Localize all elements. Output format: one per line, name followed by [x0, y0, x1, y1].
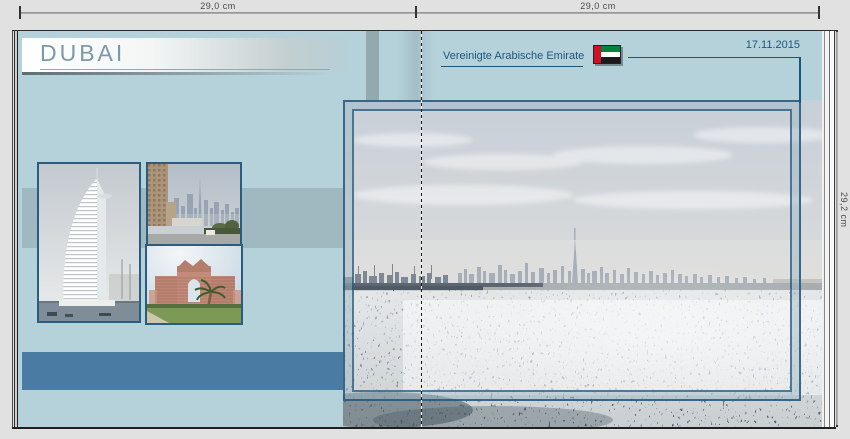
photo-burj-al-arab[interactable]: [37, 162, 141, 323]
uae-flag-icon[interactable]: [593, 45, 621, 64]
ruler-tick-right: [818, 6, 820, 19]
photo-dubai-skyline[interactable]: [146, 162, 242, 246]
ruler-label-right-page: 29,0 cm: [548, 1, 648, 11]
title-banner-shadow: [22, 72, 345, 75]
page-edge-left: [12, 31, 22, 427]
date-label[interactable]: 17.11.2015: [710, 39, 800, 51]
date-vertical-line: [799, 57, 801, 103]
photobook-editor-canvas: 29,0 cm 29,0 cm 29,2 cm DUBAI: [0, 0, 850, 439]
photo-dubai-sea-panorama[interactable]: [343, 100, 822, 427]
ruler-label-side: 29,2 cm: [839, 192, 849, 228]
photo-frame-overlay: [343, 100, 801, 401]
country-label[interactable]: Vereinigte Arabische Emirate: [443, 50, 584, 62]
flag-red-stripe: [594, 46, 601, 63]
ruler-tick-left: [19, 6, 21, 19]
ruler-label-left-page: 29,0 cm: [168, 1, 268, 11]
fold-dashed-guide: [421, 31, 422, 427]
page-edge-right: [822, 31, 836, 427]
title-underline: [40, 69, 330, 70]
page-title[interactable]: DUBAI: [40, 40, 125, 67]
header-rule-line: [628, 57, 800, 58]
ruler-line: [19, 12, 820, 14]
ruler-tick-middle: [415, 6, 417, 18]
country-underline: [441, 66, 583, 67]
spread-top-edge: [12, 30, 836, 31]
title-banner[interactable]: DUBAI: [22, 38, 345, 72]
flag-rows: [601, 46, 620, 63]
ruler-line-vertical: [836, 30, 838, 427]
spread-bottom-edge: [12, 427, 836, 429]
photo-atlantis-the-palm[interactable]: [145, 244, 243, 325]
